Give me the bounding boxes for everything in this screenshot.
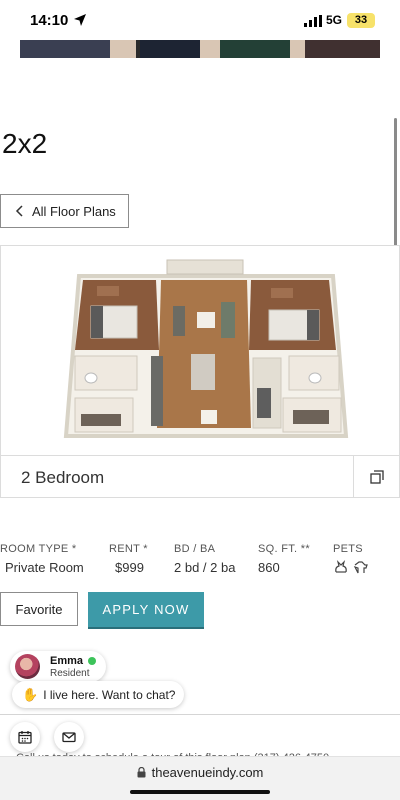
home-indicator[interactable] [130,790,270,794]
floor-plan-caption-row: 2 Bedroom [0,455,400,498]
floor-plan-image[interactable] [0,245,400,455]
bd-ba-value: 2 bd / 2 ba [174,560,236,575]
favorite-button[interactable]: Favorite [0,592,78,626]
sqft-value: 860 [258,560,280,575]
room-type-header: ROOM TYPE * [0,543,77,555]
gallery-photo [20,40,380,58]
all-floor-plans-button[interactable]: All Floor Plans [0,194,129,228]
bd-ba-column: BD / BA 2 bd / 2 ba [174,543,235,575]
battery-level: 33 [347,13,375,28]
pets-header: PETS [333,543,363,555]
waving-hand-icon: ✋ [22,686,39,702]
cat-icon [335,560,347,573]
dog-icon [353,561,368,574]
chat-agent-role: Resident [50,668,90,679]
floor-plan-illustration [63,259,349,438]
calendar-icon [18,731,32,744]
rent-column: RENT * $999 [109,543,148,575]
sqft-column: SQ. FT. ** 860 [258,543,310,575]
signal-icon [304,15,322,27]
floor-plan-details: ROOM TYPE * Private Room RENT * $999 BD … [0,543,400,583]
chat-message-bubble[interactable]: ✋ I live here. Want to chat? [12,681,184,708]
page-title: 2x2 [2,128,48,159]
schedule-tour-button[interactable] [10,722,40,752]
bd-ba-header: BD / BA [174,543,216,555]
all-floor-plans-label: All Floor Plans [32,203,116,219]
expand-button[interactable] [353,456,399,497]
chevron-left-icon [15,205,23,217]
status-bar: 14:10 5G 33 [0,0,400,40]
rent-value: $999 [115,560,144,575]
expand-icon [369,469,384,484]
avatar [15,654,40,679]
rent-header: RENT * [109,543,148,555]
apply-now-button[interactable]: APPLY NOW [88,592,204,627]
browser-address-bar[interactable]: theavenueindy.com [0,756,400,800]
chat-agent-name: Emma [50,655,84,667]
bedroom-label: 2 Bedroom [21,468,105,487]
mail-icon [62,732,76,743]
chat-message: I live here. Want to chat? [43,687,176,702]
network-type: 5G [326,13,343,27]
lock-icon [137,767,146,778]
room-type-column: ROOM TYPE * Private Room [0,543,84,575]
divider [0,714,400,715]
pets-column: PETS [333,543,369,575]
location-arrow-icon [74,14,86,26]
room-type-value: Private Room [5,560,84,575]
send-message-button[interactable] [54,722,84,752]
url-text: theavenueindy.com [151,765,264,780]
scrollbar[interactable] [394,118,397,258]
online-status-dot [88,657,96,665]
sqft-header: SQ. FT. ** [258,543,310,555]
status-time: 14:10 [30,12,69,29]
chat-agent-card[interactable]: Emma Resident [10,651,106,682]
